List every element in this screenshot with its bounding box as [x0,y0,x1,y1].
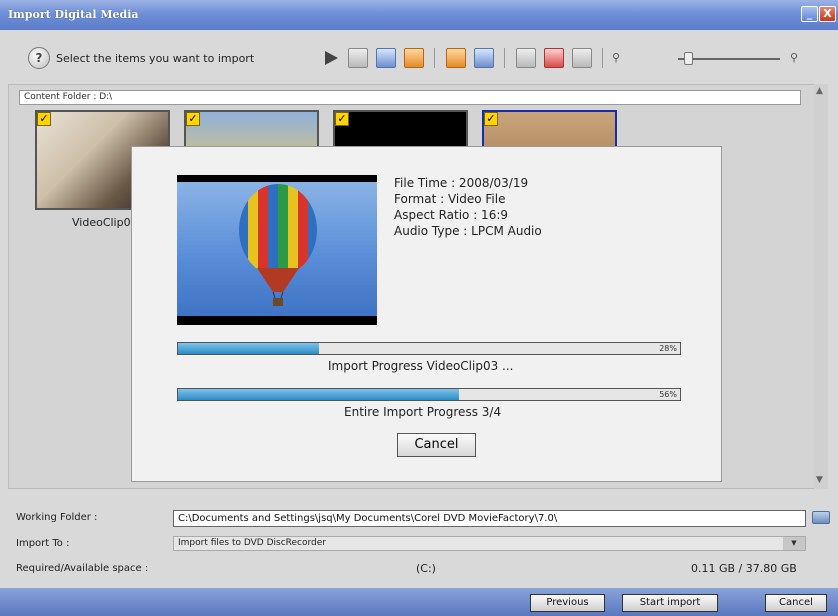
file-format: Format : Video File [394,192,506,206]
total-progress-bar: 56% [177,388,681,401]
clip-progress-bar: 28% [177,342,681,355]
clip-progress-percent: 28% [659,344,677,353]
rotate-right-icon[interactable] [474,48,494,68]
toolbar-divider [602,48,603,68]
mark-scene-icon[interactable] [348,48,368,68]
uncheck-all-icon[interactable] [544,48,564,68]
toolbar-divider [504,48,505,68]
total-progress-label: Entire Import Progress 3/4 [344,405,502,419]
play-icon[interactable] [320,48,340,68]
rotate-left-icon[interactable] [446,48,466,68]
import-window: Import Digital Media _ X ? Select the it… [0,0,838,616]
space-drive: (C:) [416,562,436,575]
title-bar: Import Digital Media _ X [0,0,838,30]
scroll-up-icon[interactable]: ▲ [816,86,823,96]
clip-progress-label: Import Progress VideoClip03 ... [328,359,514,373]
zoom-out-icon[interactable]: ⚲ [612,51,620,64]
zoom-slider-thumb[interactable] [684,52,693,65]
import-progress-dialog: File Time : 2008/03/19 Format : Video Fi… [131,146,722,482]
close-icon: X [823,7,832,20]
close-button[interactable]: X [819,6,836,22]
thumbnail-checkbox[interactable]: ✓ [37,112,51,126]
working-folder-label: Working Folder : [16,512,98,523]
help-icon[interactable]: ? [28,47,50,69]
import-to-value: Import files to DVD DiscRecorder [178,538,327,548]
import-to-label: Import To : [16,538,70,549]
content-scrollbar[interactable]: ▲ ▼ [814,84,828,489]
aspect-ratio: Aspect Ratio : 16:9 [394,208,509,222]
footer-bar: Previous Start import Cancel [0,588,838,616]
import-to-select[interactable]: Import files to DVD DiscRecorder ▼ [173,536,806,551]
minimize-icon: _ [806,7,813,20]
window-title: Import Digital Media [8,8,139,21]
minimize-button[interactable]: _ [801,6,818,22]
footer-cancel-button[interactable]: Cancel [765,594,827,612]
hot-air-balloon-icon [239,184,317,306]
scroll-down-icon[interactable]: ▼ [816,475,823,485]
select-all-icon[interactable] [376,48,396,68]
total-progress-percent: 56% [659,390,677,399]
preview-image [177,175,377,325]
dropdown-arrow-icon[interactable]: ▼ [783,537,805,550]
check-all-icon[interactable] [516,48,536,68]
space-label: Required/Available space : [16,563,149,574]
zoom-slider-track[interactable] [678,58,780,60]
total-progress-fill [178,389,460,400]
thumbnail-label: VideoClip01 [72,216,138,229]
properties-icon[interactable] [572,48,592,68]
working-folder-input[interactable]: C:\Documents and Settings\jsq\My Documen… [173,510,806,527]
clip-progress-fill [178,343,319,354]
import-scene-icon[interactable] [404,48,424,68]
content-folder-bar: Content Folder : D:\ [19,90,801,105]
preview-sky [177,182,377,316]
toolbar-divider [434,48,435,68]
thumbnail-checkbox[interactable]: ✓ [186,112,200,126]
file-info: File Time : 2008/03/19 Format : Video Fi… [394,175,542,239]
space-value: 0.11 GB / 37.80 GB [691,562,797,575]
previous-button[interactable]: Previous [530,594,605,612]
toolbar: ? Select the items you want to import ⚲ … [8,34,828,84]
dialog-cancel-button[interactable]: Cancel [397,433,476,457]
zoom-in-icon[interactable]: ⚲ [790,51,798,64]
instruction-text: Select the items you want to import [56,52,255,65]
file-time: File Time : 2008/03/19 [394,176,529,190]
audio-type: Audio Type : LPCM Audio [394,224,542,238]
thumbnail-checkbox[interactable]: ✓ [335,112,349,126]
thumbnail-checkbox[interactable]: ✓ [484,112,498,126]
browse-folder-icon[interactable] [812,511,830,524]
start-import-button[interactable]: Start import [622,594,718,612]
